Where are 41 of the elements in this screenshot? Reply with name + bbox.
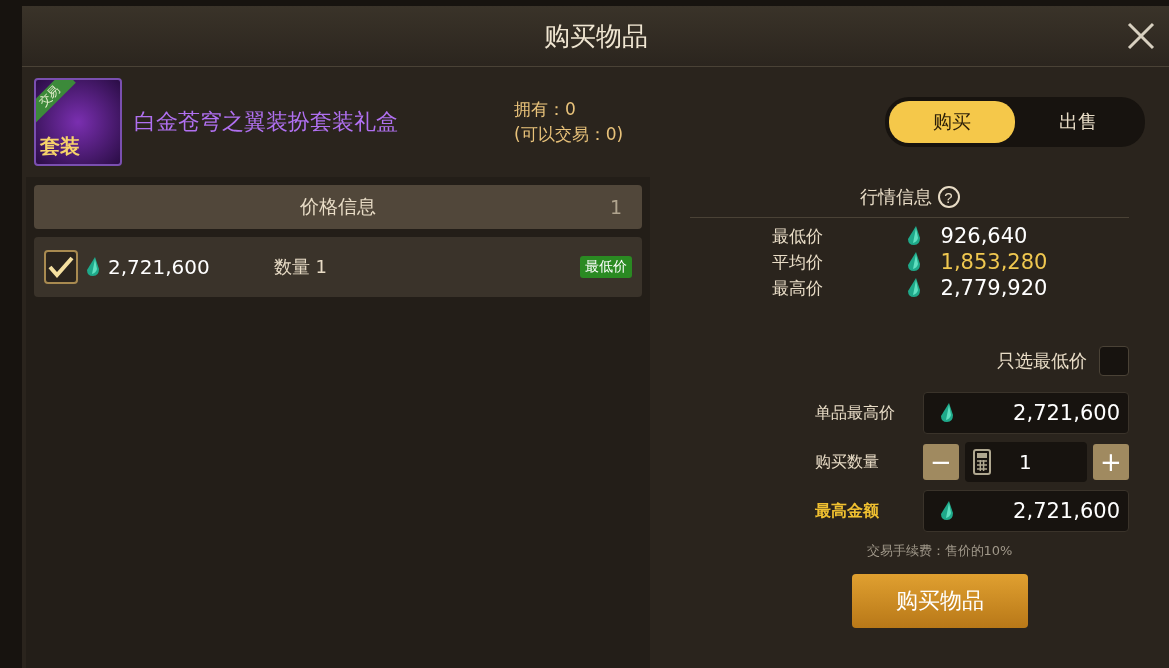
tradable-count: (可以交易：0): [514, 123, 624, 146]
check-icon: [48, 256, 74, 278]
gem-icon: [906, 278, 921, 298]
mode-tab[interactable]: 购买: [889, 101, 1015, 143]
max-total-field[interactable]: 2,721,600: [923, 490, 1129, 532]
max-unit-price-label: 单品最高价: [815, 402, 895, 424]
close-icon[interactable]: [1125, 20, 1157, 52]
market-value: 926,640: [940, 224, 1029, 248]
item-name: 白金苍穹之翼装扮套装礼盒: [134, 108, 399, 136]
quantity-field[interactable]: 1: [965, 442, 1087, 482]
window-title: 购买物品: [543, 19, 648, 53]
gem-icon: [906, 252, 921, 272]
gem-icon: [940, 403, 954, 423]
lowest-price-badge: 最低价: [580, 256, 632, 278]
gem-icon: [906, 226, 921, 246]
calculator-icon: [973, 449, 991, 475]
market-value: 2,779,920: [940, 276, 1048, 300]
owned-count: 拥有：0: [514, 98, 577, 121]
market-label: 平均价: [771, 250, 823, 274]
listing-row[interactable]: 2,721,600 数量 1 最低价: [34, 237, 642, 297]
listing-count: 1: [609, 196, 622, 218]
gem-icon: [940, 501, 954, 521]
max-total-label: 最高金额: [815, 500, 880, 522]
gem-icon: [86, 257, 100, 277]
max-unit-price-field[interactable]: 2,721,600: [923, 392, 1129, 434]
fee-note: 交易手续费：售价的10%: [865, 542, 1014, 560]
listing-price: 2,721,600: [108, 255, 210, 279]
lowest-only-label: 只选最低价: [997, 349, 1087, 373]
listing-quantity: 数量 1: [273, 255, 327, 279]
price-list-title: 价格信息: [300, 194, 376, 219]
listing-checkbox[interactable]: [44, 250, 78, 284]
market-title: 行情信息: [859, 185, 932, 209]
market-label: 最低价: [771, 224, 823, 248]
market-label: 最高价: [771, 276, 823, 300]
lowest-only-checkbox[interactable]: [1099, 346, 1129, 376]
mode-tab[interactable]: 出售: [1015, 101, 1141, 143]
market-value: 1,853,280: [940, 250, 1048, 274]
trade-tag: 交易: [36, 80, 76, 123]
quantity-label: 购买数量: [815, 451, 880, 473]
set-label: 套装: [40, 133, 80, 160]
help-icon[interactable]: ?: [937, 186, 960, 208]
